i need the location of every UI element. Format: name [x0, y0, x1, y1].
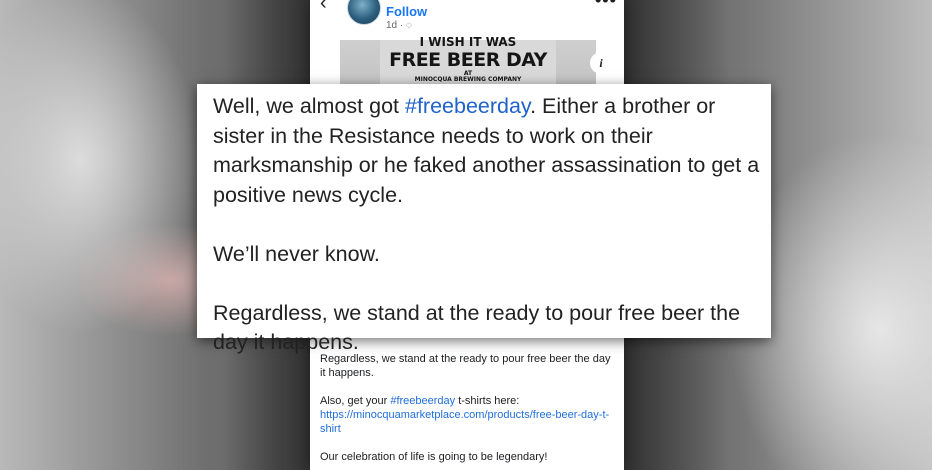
shop-link[interactable]: https://minocquamarketplace.com/products…: [320, 409, 609, 435]
caption-text: Also, get your: [320, 395, 391, 407]
info-icon[interactable]: i: [590, 52, 612, 74]
zoomed-text: Well, we almost got: [213, 94, 405, 118]
more-options-icon[interactable]: •••: [595, 0, 617, 11]
zoomed-caption-card: Well, we almost got #freebeerday. Either…: [197, 84, 771, 354]
zoomed-hashtag: #freebeerday: [404, 94, 531, 118]
follow-button[interactable]: Follow: [386, 4, 427, 19]
caption-paragraph: Our celebration of life is going to be l…: [320, 451, 548, 463]
zoomed-paragraph-1: Well, we almost got #freebeerday. Either…: [213, 92, 761, 210]
zoomed-caption-text: Well, we almost got #freebeerday. Either…: [213, 92, 761, 387]
post-header: ‹ Follow 1d · ◌ •••: [310, 0, 624, 40]
shirt-text-line2: FREE BEER DAY: [389, 49, 547, 71]
zoomed-paragraph-2: We’ll never know.: [213, 241, 380, 266]
post-timestamp: 1d · ◌: [386, 20, 412, 31]
caption-paragraph-tshirt: Also, get your #freebeerday t-shirts her…: [320, 394, 616, 436]
caption-text: t-shirts here:: [455, 395, 520, 407]
page-avatar[interactable]: [347, 0, 381, 25]
post-time-text: 1d ·: [386, 20, 404, 31]
shirt-text-line1: I WISH IT WAS: [419, 35, 517, 49]
hashtag-link[interactable]: #freebeerday: [390, 395, 455, 407]
back-arrow-icon[interactable]: ‹: [320, 0, 327, 15]
shirt-text-line4: MINOCQUA BREWING COMPANY: [414, 76, 522, 83]
zoomed-paragraph-3: Regardless, we stand at the ready to pou…: [213, 300, 741, 355]
globe-icon: ◌: [406, 20, 412, 31]
